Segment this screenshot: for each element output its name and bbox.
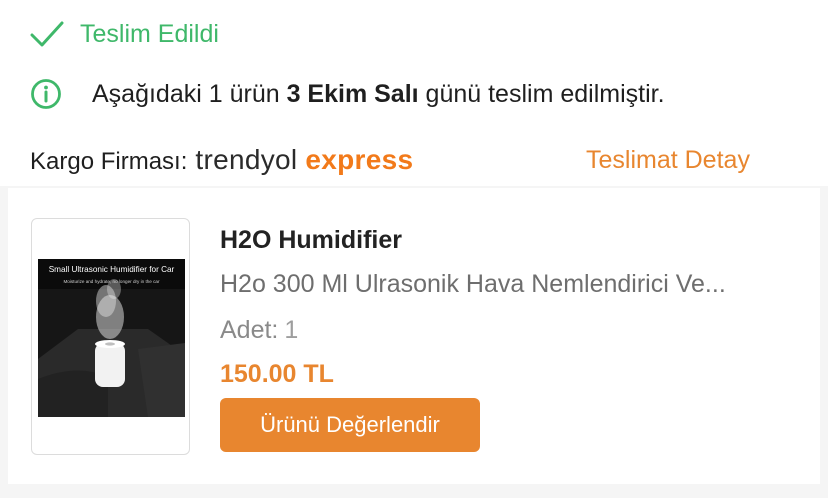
product-image[interactable]: Small Ultrasonic Humidifier for Car Mois… xyxy=(31,218,190,455)
info-suffix: günü teslim edilmiştir. xyxy=(418,79,665,108)
product-quantity: Adet: 1 xyxy=(220,316,298,345)
cargo-brand-primary: trendyol xyxy=(195,144,298,175)
delivery-status: Teslim Edildi xyxy=(30,18,219,50)
info-circle-icon xyxy=(31,79,61,109)
cargo-brand-secondary: express xyxy=(305,144,414,175)
product-card: Small Ultrasonic Humidifier for Car Mois… xyxy=(8,188,820,484)
product-description[interactable]: H2o 300 Ml Ulrasonik Hava Nemlendirici V… xyxy=(220,270,790,299)
product-photo: Small Ultrasonic Humidifier for Car Mois… xyxy=(38,259,185,417)
cargo-company: Kargo Firması: trendyol express xyxy=(30,144,413,176)
delivery-info: Aşağıdaki 1 ürün 3 Ekim Salı günü teslim… xyxy=(30,78,665,110)
check-icon xyxy=(30,21,64,47)
product-title[interactable]: H2O Humidifier xyxy=(220,226,402,255)
cargo-label: Kargo Firması: xyxy=(30,148,188,175)
delivery-detail-link[interactable]: Teslimat Detay xyxy=(586,146,750,175)
rate-product-button[interactable]: Ürünü Değerlendir xyxy=(220,398,480,452)
quantity-label: Adet: xyxy=(220,316,279,344)
quantity-value: 1 xyxy=(284,316,299,344)
product-price: 150.00 TL xyxy=(220,360,334,388)
image-title: Small Ultrasonic Humidifier for Car xyxy=(49,265,175,274)
status-label: Teslim Edildi xyxy=(80,19,219,48)
delivery-header: Teslim Edildi Aşağıdaki 1 ürün 3 Ekim Sa… xyxy=(0,0,828,186)
delivery-info-text: Aşağıdaki 1 ürün 3 Ekim Salı günü teslim… xyxy=(92,80,665,109)
delivery-date: 3 Ekim Salı xyxy=(286,79,419,108)
info-prefix: Aşağıdaki 1 ürün xyxy=(92,79,287,108)
